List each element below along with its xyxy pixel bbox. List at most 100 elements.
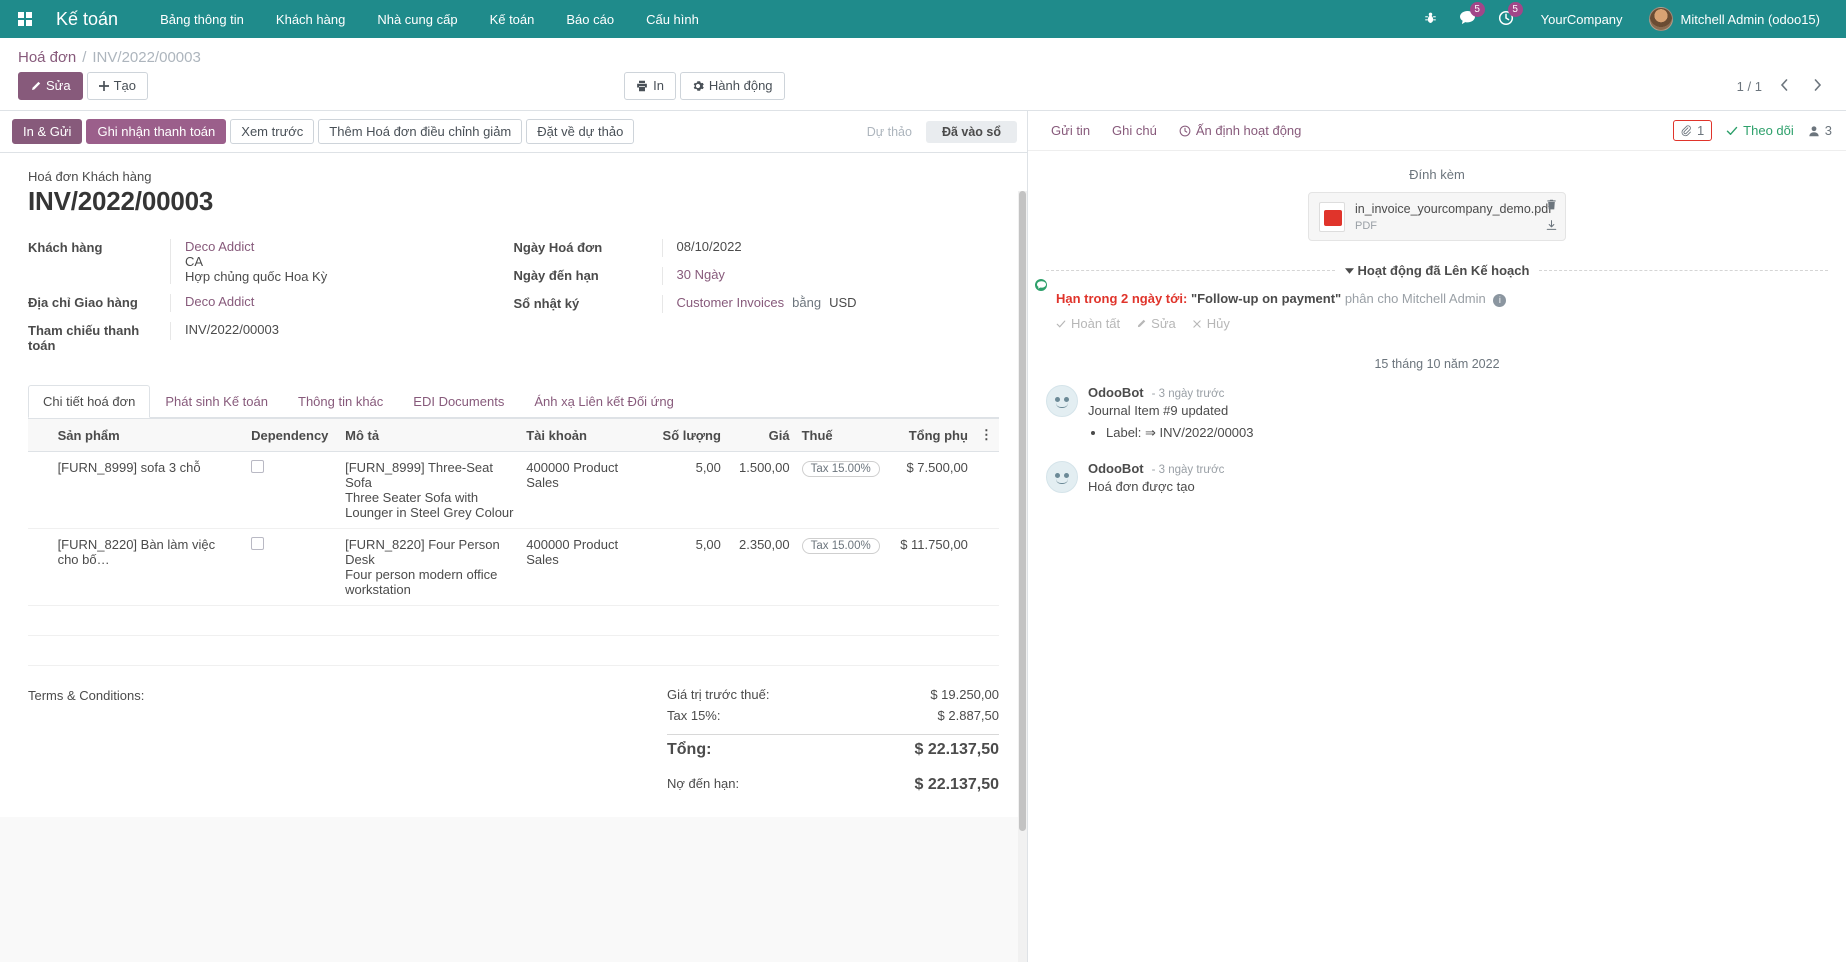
row-handle[interactable]	[28, 529, 52, 606]
field-delivery-address-value[interactable]: Deco Addict	[170, 294, 514, 312]
cell-quantity[interactable]: 5,00	[649, 529, 727, 606]
tab-other-info[interactable]: Thông tin khác	[283, 385, 398, 418]
column-options-icon[interactable]: ⋮	[974, 419, 999, 452]
journal-name[interactable]: Customer Invoices	[677, 295, 785, 310]
cell-description[interactable]: [FURN_8999] Three-Seat Sofa Three Seater…	[339, 452, 520, 529]
table-empty-row[interactable]	[28, 606, 999, 636]
app-brand[interactable]: Kế toán	[56, 9, 118, 30]
activities-counter[interactable]: 5	[1489, 6, 1523, 33]
invoice-lines-table: Sản phẩm Dependency Mô tả Tài khoản Số l…	[28, 418, 999, 666]
header-fields-right: Ngày Hoá đơn 08/10/2022 Ngày đến hạn 30 …	[514, 239, 1000, 363]
row-options[interactable]	[974, 452, 999, 529]
schedule-activity-button[interactable]: Ấn định hoạt động	[1170, 119, 1311, 142]
field-payment-reference-value[interactable]: INV/2022/00003	[170, 322, 514, 340]
menu-item-configuration[interactable]: Cấu hình	[630, 3, 715, 36]
menu-item-vendors[interactable]: Nhà cung cấp	[361, 3, 473, 36]
menu-item-accounting[interactable]: Kế toán	[474, 3, 551, 36]
menu-item-reporting[interactable]: Báo cáo	[550, 3, 630, 36]
cell-product[interactable]: [FURN_8220] Bàn làm việc cho bố…	[52, 529, 246, 606]
activity-cancel-button[interactable]: Hủy	[1192, 316, 1230, 331]
column-price[interactable]: Giá	[727, 419, 796, 452]
download-icon[interactable]	[1546, 220, 1557, 234]
cell-account[interactable]: 400000 Product Sales	[520, 529, 648, 606]
column-taxes[interactable]: Thuế	[796, 419, 886, 452]
column-account[interactable]: Tài khoản	[520, 419, 648, 452]
status-step-posted[interactable]: Đã vào sổ	[926, 121, 1017, 143]
cell-description[interactable]: [FURN_8220] Four Person Desk Four person…	[339, 529, 520, 606]
tab-journal-items[interactable]: Phát sinh Kế toán	[150, 385, 283, 418]
cell-product[interactable]: [FURN_8999] sofa 3 chỗ	[52, 452, 246, 529]
breadcrumb-root[interactable]: Hoá đơn	[18, 49, 76, 66]
table-empty-row[interactable]	[28, 636, 999, 666]
form-scrollbar-thumb[interactable]	[1019, 191, 1026, 831]
cell-price[interactable]: 2.350,00	[727, 529, 796, 606]
cell-dependency[interactable]	[245, 452, 339, 529]
cell-quantity[interactable]: 5,00	[649, 452, 727, 529]
field-due-date-value[interactable]: 30 Ngày	[662, 267, 1000, 285]
messages-counter[interactable]: 5	[1450, 6, 1485, 32]
edit-button[interactable]: Sửa	[18, 72, 83, 100]
table-row[interactable]: [FURN_8220] Bàn làm việc cho bố… [FURN_8…	[28, 529, 999, 606]
action-button[interactable]: Hành động	[680, 72, 785, 100]
reset-to-draft-button[interactable]: Đặt về dự thảo	[526, 119, 634, 144]
user-menu[interactable]: Mitchell Admin (odoo15)	[1641, 3, 1828, 35]
row-handle[interactable]	[28, 452, 52, 529]
print-button-label: In	[653, 77, 664, 95]
activity-done-button[interactable]: Hoàn tất	[1056, 316, 1120, 331]
tab-edi-documents[interactable]: EDI Documents	[398, 385, 519, 418]
column-description[interactable]: Mô tả	[339, 419, 520, 452]
activity-edit-button[interactable]: Sửa	[1136, 316, 1176, 331]
trash-icon[interactable]	[1546, 199, 1557, 213]
message-author[interactable]: OdooBot	[1088, 385, 1144, 400]
terms-and-conditions[interactable]: Terms & Conditions:	[28, 684, 667, 797]
send-message-button[interactable]: Gửi tin	[1042, 119, 1099, 142]
form-scrollbar[interactable]	[1018, 191, 1027, 962]
delivery-address-name[interactable]: Deco Addict	[185, 294, 514, 309]
follow-toggle[interactable]: Theo dõi	[1726, 123, 1794, 138]
pager-previous-button[interactable]	[1772, 75, 1796, 97]
field-invoice-date-value[interactable]: 08/10/2022	[662, 239, 1000, 257]
column-product[interactable]: Sản phẩm	[52, 419, 246, 452]
log-note-button[interactable]: Ghi chú	[1103, 119, 1166, 142]
dependency-checkbox[interactable]	[251, 460, 264, 473]
attachment-card[interactable]: in_invoice_yourcompany_demo.pdf PDF	[1308, 192, 1566, 241]
field-journal-value[interactable]: Customer Invoices bằng USD	[662, 295, 1000, 313]
column-subtotal[interactable]: Tổng phụ	[886, 419, 974, 452]
content-area: In & Gửi Ghi nhận thanh toán Xem trước T…	[0, 111, 1846, 962]
register-payment-button[interactable]: Ghi nhận thanh toán	[86, 119, 226, 144]
menu-item-dashboard[interactable]: Bảng thông tin	[144, 3, 260, 36]
bug-icon[interactable]	[1415, 7, 1446, 32]
tab-reconciliation-mapping[interactable]: Ánh xạ Liên kết Đối ứng	[519, 385, 689, 418]
cell-account[interactable]: 400000 Product Sales	[520, 452, 648, 529]
status-step-draft[interactable]: Dự thảo	[853, 121, 926, 143]
planned-activities-title[interactable]: Hoạt động đã Lên Kế hoạch	[1345, 263, 1530, 278]
preview-button[interactable]: Xem trước	[230, 119, 314, 144]
menu-item-customers[interactable]: Khách hàng	[260, 3, 361, 36]
row-options[interactable]	[974, 529, 999, 606]
print-button[interactable]: In	[624, 72, 676, 100]
attachments-counter[interactable]: 1	[1673, 120, 1712, 141]
attachment-filename[interactable]: in_invoice_yourcompany_demo.pdf	[1355, 202, 1552, 216]
activity-cancel-label: Hủy	[1207, 316, 1230, 331]
dependency-checkbox[interactable]	[251, 537, 264, 550]
tab-invoice-lines[interactable]: Chi tiết hoá đơn	[28, 385, 150, 418]
print-and-send-button[interactable]: In & Gửi	[12, 119, 82, 144]
apps-menu-button[interactable]	[10, 12, 42, 26]
message-author[interactable]: OdooBot	[1088, 461, 1144, 476]
journal-currency[interactable]: USD	[829, 295, 856, 310]
info-icon[interactable]: i	[1493, 294, 1506, 307]
cell-price[interactable]: 1.500,00	[727, 452, 796, 529]
field-partner-value[interactable]: Deco Addict CA Hợp chủng quốc Hoa Kỳ	[170, 239, 514, 284]
cell-taxes[interactable]: Tax 15.00%	[796, 452, 886, 529]
followers-counter[interactable]: 3	[1808, 123, 1832, 138]
company-switcher[interactable]: YourCompany	[1527, 6, 1637, 33]
column-quantity[interactable]: Số lượng	[649, 419, 727, 452]
add-credit-note-button[interactable]: Thêm Hoá đơn điều chỉnh giảm	[318, 119, 522, 144]
cell-dependency[interactable]	[245, 529, 339, 606]
table-row[interactable]: [FURN_8999] sofa 3 chỗ [FURN_8999] Three…	[28, 452, 999, 529]
create-button[interactable]: Tạo	[87, 72, 148, 100]
partner-name[interactable]: Deco Addict	[185, 239, 514, 254]
pager-next-button[interactable]	[1806, 75, 1830, 97]
column-dependency[interactable]: Dependency	[245, 419, 339, 452]
cell-taxes[interactable]: Tax 15.00%	[796, 529, 886, 606]
